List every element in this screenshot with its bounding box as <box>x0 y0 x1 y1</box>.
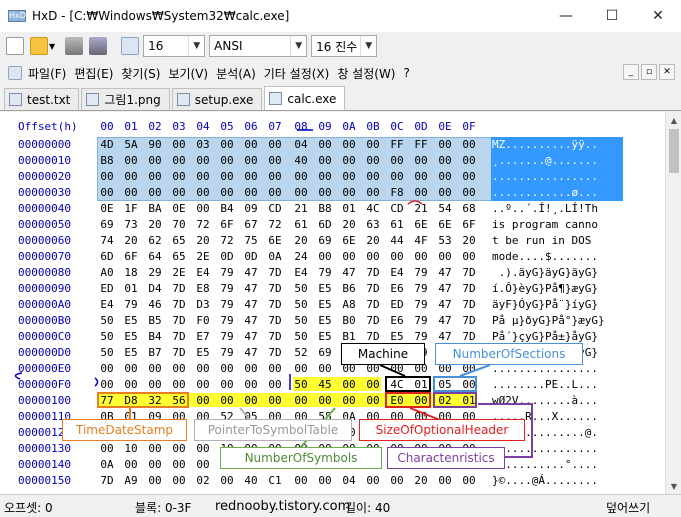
file-icon <box>269 92 283 105</box>
status-block: 블록: 0-3F <box>135 501 192 515</box>
charset-value: ANSI <box>214 39 243 53</box>
mdi-minimize-icon[interactable]: _ <box>623 64 639 80</box>
file-icon <box>176 93 190 106</box>
chevron-down-icon: ▼ <box>188 36 204 56</box>
menu-bar: 파일(F) 편집(E) 찾기(S) 보기(V) 분석(A) 기타 설정(X) 창… <box>0 61 681 85</box>
file-icon <box>86 93 100 106</box>
open-folder-icon[interactable] <box>30 37 48 55</box>
size-of-optional-header-label: SizeOfOptionalHeader <box>359 419 525 441</box>
hex-editor[interactable]: Offset(h) 00 01 02 03 04 05 06 07 08 09 0A 0B 0C 0D 0E 0… <box>0 112 665 494</box>
chevron-down-icon: ▼ <box>360 36 376 56</box>
number-of-sections-label: NumberOfSections <box>435 343 583 365</box>
tab-label: calc.exe <box>287 91 337 106</box>
file-tabs: test.txt 그림1.png setup.exe calc.exe <box>0 86 681 111</box>
menu-help[interactable]: ? <box>404 66 410 80</box>
menu-edit[interactable]: 편집(E) <box>74 65 113 82</box>
memory-icon[interactable] <box>89 37 108 55</box>
e-lfanew-mark-icon <box>407 200 423 205</box>
chevron-down-icon: ▼ <box>290 36 306 56</box>
menu-search[interactable]: 찾기(S) <box>121 65 160 82</box>
scroll-thumb[interactable] <box>669 129 679 173</box>
charset-select[interactable]: ANSI ▼ <box>209 35 308 57</box>
document-icon <box>8 66 22 80</box>
number-of-symbols-label: NumberOfSymbols <box>220 447 382 469</box>
window-controls: — ☐ ✕ <box>543 0 681 32</box>
menu-file[interactable]: 파일(F) <box>28 65 66 82</box>
bracket-mark-icon <box>94 377 99 387</box>
menu-extras[interactable]: 기타 설정(X) <box>264 65 330 82</box>
status-bar: 오프셋: 0 블록: 0-3F rednooby.tistory.com 길이:… <box>0 494 681 517</box>
open-dropdown-icon[interactable]: ▼ <box>49 42 55 51</box>
machine-arrow <box>379 364 406 377</box>
tab-test-txt[interactable]: test.txt <box>4 88 80 110</box>
tab-calc-exe[interactable]: calc.exe <box>264 86 346 110</box>
bytes-per-row-icon <box>121 37 140 55</box>
scroll-up-icon[interactable]: ▲ <box>666 112 681 128</box>
close-button[interactable]: ✕ <box>635 0 681 32</box>
bytes-per-row-select[interactable]: 16 ▼ <box>143 35 206 57</box>
mdi-close-icon[interactable]: ✕ <box>659 64 675 80</box>
mdi-restore-icon[interactable]: ▫ <box>641 64 657 80</box>
tab-label: setup.exe <box>194 92 254 107</box>
machine-label: Machine <box>341 343 425 365</box>
window-title: HxD - [C:₩Windows₩System32₩calc.exe] <box>32 9 290 23</box>
menu-view[interactable]: 보기(V) <box>168 65 208 82</box>
tab-setup-exe[interactable]: setup.exe <box>171 88 263 110</box>
maximize-button[interactable]: ☐ <box>589 0 635 32</box>
menu-window[interactable]: 창 설정(W) <box>337 65 395 82</box>
file-icon <box>9 93 22 106</box>
scroll-down-icon[interactable]: ▼ <box>666 478 681 494</box>
menu-analysis[interactable]: 분석(A) <box>216 65 256 82</box>
title-bar: HxD HxD - [C:₩Windows₩System32₩calc.exe]… <box>0 0 681 32</box>
hxd-app-icon: HxD <box>8 10 26 22</box>
new-file-icon[interactable] <box>6 37 24 55</box>
minimize-button[interactable]: — <box>543 0 589 32</box>
bytes-per-row-value: 16 <box>148 39 164 53</box>
offset-mark-icon <box>14 372 23 380</box>
characteristics-label: Charactenristics <box>387 447 505 469</box>
disk-icon[interactable] <box>65 37 84 55</box>
tab-label: 그림1.png <box>104 93 161 107</box>
tab-label: test.txt <box>27 92 71 107</box>
base-select[interactable]: 16 진수 ▼ <box>311 35 378 57</box>
base-value: 16 진수 <box>316 39 358 54</box>
status-mode: 덮어쓰기 <box>606 501 651 515</box>
status-length: 길이: 40 <box>345 501 391 515</box>
time-date-stamp-label: TimeDateStamp <box>62 419 187 441</box>
toolbar: ▼ 16 ▼ ANSI ▼ 16 진수 ▼ <box>0 32 681 60</box>
status-offset: 오프셋: 0 <box>4 501 53 515</box>
tab-image-png[interactable]: 그림1.png <box>81 88 170 110</box>
mdi-controls: _ ▫ ✕ <box>623 64 675 80</box>
vertical-scrollbar[interactable]: ▲ ▼ <box>665 112 681 494</box>
pointer-to-symbol-table-label: PointerToSymbolTable <box>194 419 352 441</box>
sections-arrow <box>459 364 491 377</box>
watermark: rednooby.tistory.com <box>215 499 351 514</box>
hxd-window: HxD HxD - [C:₩Windows₩System32₩calc.exe]… <box>0 0 681 517</box>
